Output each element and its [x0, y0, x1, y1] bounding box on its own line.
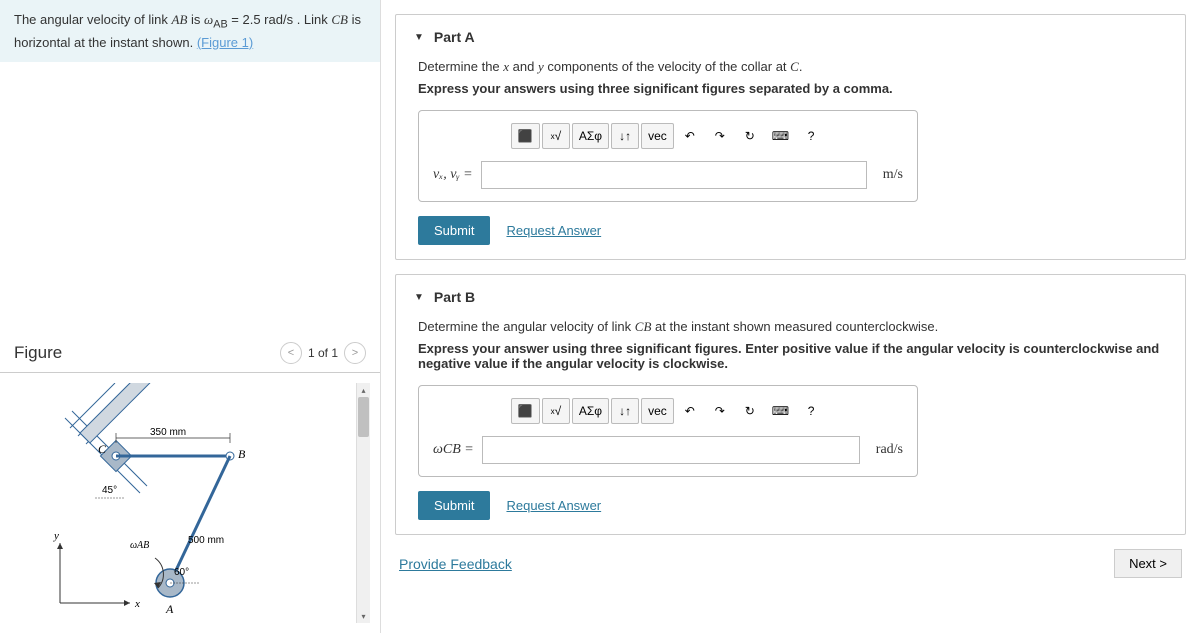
figure-section: Figure < 1 of 1 > x y: [0, 342, 380, 633]
part-a-title: Part A: [434, 29, 475, 45]
figure-image: x y: [10, 383, 356, 623]
figure-content: x y: [0, 373, 380, 633]
figure-next-button[interactable]: >: [344, 342, 366, 364]
part-b-toolbar: ⬛ x√ ΑΣφ ↓↑ vec ↶ ↷ ↻ ⌨ ?: [433, 398, 903, 424]
undo-button[interactable]: ↶: [676, 398, 704, 424]
scroll-down-icon[interactable]: ▾: [357, 609, 370, 623]
keyboard-button[interactable]: ⌨: [766, 398, 795, 424]
greek-button[interactable]: ΑΣφ: [572, 398, 609, 424]
part-b-section: ▼ Part B Determine the angular velocity …: [395, 274, 1186, 535]
part-b-input-row: ωCB = rad/s: [433, 436, 903, 464]
point-c: C: [98, 442, 107, 456]
part-b-title: Part B: [434, 289, 475, 305]
dim-cb: 350 mm: [150, 427, 186, 438]
figure-svg: x y: [10, 383, 310, 623]
undo-button[interactable]: ↶: [676, 123, 704, 149]
part-b-prompt: Determine the angular velocity of link C…: [418, 319, 1167, 335]
part-a-input[interactable]: [481, 161, 867, 189]
sqrt-button[interactable]: x√: [542, 123, 570, 149]
problem-text-2: is: [187, 12, 204, 27]
reset-button[interactable]: ↻: [736, 398, 764, 424]
part-a-input-row: vₓ, vᵧ = m/s: [433, 161, 903, 189]
part-b-unit: rad/s: [876, 442, 903, 458]
angle-60: 60°: [174, 567, 189, 578]
omega-ab: ωAB: [130, 540, 149, 551]
omega-sub: AB: [213, 19, 227, 31]
part-a-actions: Submit Request Answer: [418, 216, 1167, 245]
figure-nav-label: 1 of 1: [308, 346, 338, 360]
part-a-unit: m/s: [883, 167, 903, 183]
part-a-submit-button[interactable]: Submit: [418, 216, 490, 245]
redo-button[interactable]: ↷: [706, 398, 734, 424]
help-button[interactable]: ?: [797, 398, 825, 424]
sqrt-button[interactable]: x√: [542, 398, 570, 424]
figure-header: Figure < 1 of 1 >: [0, 342, 380, 373]
part-a-request-link[interactable]: Request Answer: [506, 223, 601, 238]
problem-statement: The angular velocity of link AB is ωAB =…: [0, 0, 380, 62]
figure-scrollbar[interactable]: ▴ ▾: [356, 383, 370, 623]
templates-button[interactable]: ⬛: [511, 398, 540, 424]
part-a-header[interactable]: ▼ Part A: [414, 29, 1167, 45]
next-button[interactable]: Next >: [1114, 549, 1182, 578]
axis-y-label: y: [53, 530, 59, 542]
reset-button[interactable]: ↻: [736, 123, 764, 149]
updown-button[interactable]: ↓↑: [611, 123, 639, 149]
greek-button[interactable]: ΑΣφ: [572, 123, 609, 149]
part-b-header[interactable]: ▼ Part B: [414, 289, 1167, 305]
figure-prev-button[interactable]: <: [280, 342, 302, 364]
vec-button[interactable]: vec: [641, 123, 674, 149]
part-b-submit-button[interactable]: Submit: [418, 491, 490, 520]
part-b-input-label: ωCB =: [433, 442, 474, 458]
link-ab: AB: [172, 12, 188, 27]
provide-feedback-link[interactable]: Provide Feedback: [399, 556, 512, 572]
scroll-thumb[interactable]: [358, 397, 369, 437]
footer-row: Provide Feedback Next >: [381, 549, 1200, 582]
axis-x-label: x: [134, 598, 140, 610]
right-panel: ▼ Part A Determine the x and y component…: [380, 0, 1200, 633]
caret-down-icon: ▼: [414, 32, 424, 43]
problem-text-1: The angular velocity of link: [14, 12, 172, 27]
figure-title: Figure: [14, 343, 62, 363]
part-a-toolbar: ⬛ x√ ΑΣφ ↓↑ vec ↶ ↷ ↻ ⌨ ?: [433, 123, 903, 149]
left-panel: The angular velocity of link AB is ωAB =…: [0, 0, 380, 633]
point-a: A: [165, 602, 174, 616]
part-b-request-link[interactable]: Request Answer: [506, 498, 601, 513]
part-b-answer-box: ⬛ x√ ΑΣφ ↓↑ vec ↶ ↷ ↻ ⌨ ? ωCB = r: [418, 385, 918, 477]
part-a-prompt: Determine the x and y components of the …: [418, 59, 1167, 75]
figure-nav: < 1 of 1 >: [280, 342, 366, 364]
dim-ab: 500 mm: [188, 535, 224, 546]
problem-text-3: = 2.5 rad/s . Link: [228, 12, 332, 27]
point-b: B: [238, 447, 246, 461]
help-button[interactable]: ?: [797, 123, 825, 149]
part-a-input-label: vₓ, vᵧ =: [433, 167, 473, 183]
angle-45: 45°: [102, 485, 117, 496]
omega-symbol: ω: [204, 12, 213, 27]
redo-button[interactable]: ↷: [706, 123, 734, 149]
templates-button[interactable]: ⬛: [511, 123, 540, 149]
part-b-actions: Submit Request Answer: [418, 491, 1167, 520]
figure-link[interactable]: (Figure 1): [197, 35, 253, 50]
part-a-answer-box: ⬛ x√ ΑΣφ ↓↑ vec ↶ ↷ ↻ ⌨ ? vₓ, vᵧ =: [418, 110, 918, 202]
part-a-instruction: Express your answers using three signifi…: [418, 81, 1167, 96]
scroll-up-icon[interactable]: ▴: [357, 383, 370, 397]
caret-down-icon: ▼: [414, 292, 424, 303]
part-a-section: ▼ Part A Determine the x and y component…: [395, 14, 1186, 260]
keyboard-button[interactable]: ⌨: [766, 123, 795, 149]
link-cb: CB: [331, 12, 348, 27]
part-b-input[interactable]: [482, 436, 860, 464]
part-b-instruction: Express your answer using three signific…: [418, 341, 1167, 371]
vec-button[interactable]: vec: [641, 398, 674, 424]
updown-button[interactable]: ↓↑: [611, 398, 639, 424]
